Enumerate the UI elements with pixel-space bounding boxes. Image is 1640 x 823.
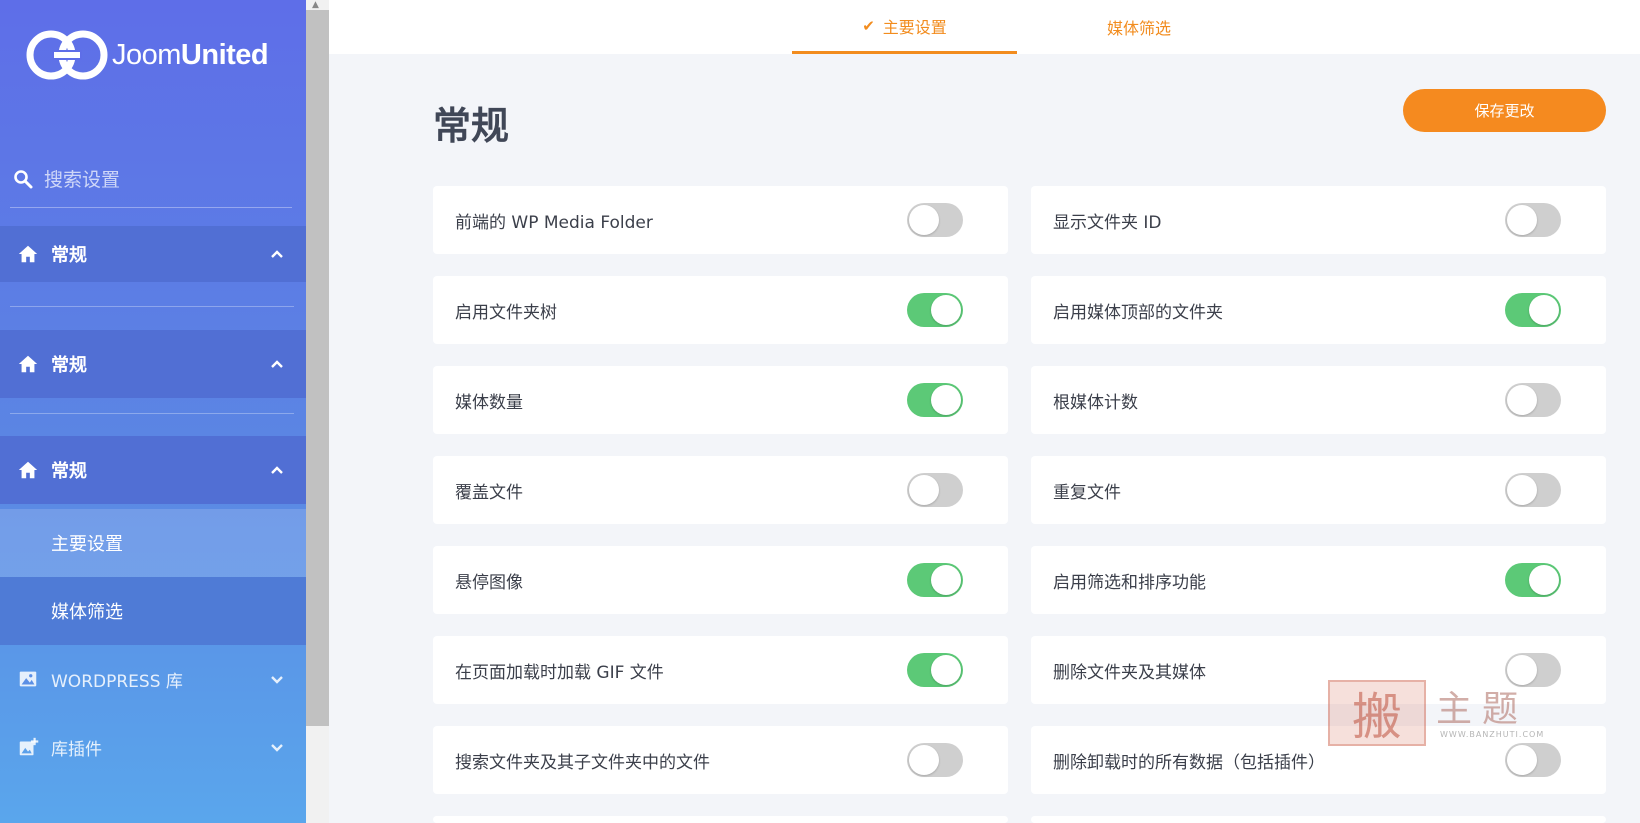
sidebar-section-label: 常规 [51,245,87,266]
toggle-knob [909,745,939,775]
setting-card: 重复文件 [1031,456,1606,524]
image-icon [19,671,37,687]
save-changes-button[interactable]: 保存更改 [1403,89,1606,132]
divider [10,306,294,307]
sidebar: JoomUnited 常规 常规 常规 主要设置 媒体筛选 [0,0,306,823]
toggle-knob [1507,475,1537,505]
watermark-url: WWW.BANZHUTI.COM [1440,730,1545,739]
settings-search [10,152,292,208]
setting-label: 启用媒体顶部的文件夹 [1053,302,1223,323]
chevron-up-icon [271,250,283,258]
chevron-down-icon [271,744,283,752]
setting-card: 覆盖文件 [433,456,1008,524]
setting-label: 删除文件夹及其媒体 [1053,662,1206,683]
setting-label: 前端的 WP Media Folder [455,212,653,233]
setting-label: 显示文件夹 ID [1053,212,1162,233]
setting-card-partial [433,816,1008,823]
joomunited-logo-icon [26,30,108,80]
setting-label: 在页面加载时加载 GIF 文件 [455,662,664,683]
setting-label: 覆盖文件 [455,482,523,503]
toggle-knob [931,565,961,595]
toggle-switch[interactable] [1505,563,1561,597]
watermark: 搬 主题 WWW.BANZHUTI.COM [1328,678,1558,758]
joomunited-logo[interactable]: JoomUnited [24,26,269,84]
setting-label: 媒体数量 [455,392,523,413]
toggle-knob [931,385,961,415]
sidebar-item-main-settings[interactable]: 主要设置 [0,509,306,577]
add-image-icon [19,737,39,756]
setting-card: 启用文件夹树 [433,276,1008,344]
scrollbar-thumb[interactable] [306,10,329,726]
setting-label: 启用筛选和排序功能 [1053,572,1206,593]
toggle-knob [1529,295,1559,325]
toggle-knob [931,295,961,325]
toggle-switch[interactable] [907,293,963,327]
chevron-up-icon [271,466,283,474]
setting-label: 悬停图像 [455,572,523,593]
setting-card: 搜索文件夹及其子文件夹中的文件 [433,726,1008,794]
sidebar-item-library-addons[interactable]: 库插件 [0,713,306,781]
sidebar-section-label: 常规 [51,355,87,376]
watermark-text: 主题 [1436,689,1529,730]
setting-card: 悬停图像 [433,546,1008,614]
setting-card: 启用媒体顶部的文件夹 [1031,276,1606,344]
setting-card: 根媒体计数 [1031,366,1606,434]
toggle-switch[interactable] [1505,293,1561,327]
chevron-up-icon [271,360,283,368]
setting-card: 显示文件夹 ID [1031,186,1606,254]
setting-label: 删除卸载时的所有数据（包括插件） [1053,752,1325,773]
home-icon [18,355,38,373]
toggle-switch[interactable] [907,473,963,507]
watermark-seal: 搬 [1328,680,1426,746]
checkmark-icon: ✔ [862,16,875,35]
toggle-switch[interactable] [907,383,963,417]
toggle-knob [1529,565,1559,595]
sidebar-item-media-filter[interactable]: 媒体筛选 [0,577,306,645]
setting-label: 根媒体计数 [1053,392,1138,413]
toggle-switch[interactable] [907,563,963,597]
search-icon [14,169,33,188]
sidebar-section-general-1[interactable]: 常规 [0,226,306,282]
setting-label: 重复文件 [1053,482,1121,503]
toggle-knob [909,475,939,505]
chevron-down-icon [271,676,283,684]
settings-tabs: ✔ 主要设置 媒体筛选 [329,0,1640,54]
setting-card: 在页面加载时加载 GIF 文件 [433,636,1008,704]
sidebar-scrollbar[interactable]: ▲ [306,0,329,823]
setting-card-partial [1031,816,1606,823]
page-title: 常规 [433,104,510,148]
tab-media-filter[interactable]: 媒体筛选 [1049,0,1229,54]
sidebar-item-wordpress-library[interactable]: WORDPRESS 库 [0,645,306,713]
toggle-switch[interactable] [1505,203,1561,237]
home-icon [18,461,38,479]
sidebar-section-general-2[interactable]: 常规 [0,330,306,398]
setting-card: 媒体数量 [433,366,1008,434]
tab-main-settings[interactable]: ✔ 主要设置 [792,0,1017,54]
sidebar-section-general-3[interactable]: 常规 [0,436,306,504]
toggle-switch[interactable] [907,653,963,687]
toggle-knob [1507,205,1537,235]
setting-label: 启用文件夹树 [455,302,557,323]
setting-card: 前端的 WP Media Folder [433,186,1008,254]
home-icon [18,245,38,263]
toggle-knob [909,205,939,235]
toggle-switch[interactable] [1505,473,1561,507]
toggle-switch[interactable] [1505,383,1561,417]
search-input[interactable] [44,168,284,191]
divider [10,413,294,414]
toggle-knob [931,655,961,685]
toggle-switch[interactable] [907,203,963,237]
toggle-switch[interactable] [907,743,963,777]
sidebar-section-label: 常规 [51,461,87,482]
scroll-up-arrow-icon[interactable]: ▲ [312,0,319,10]
setting-label: 搜索文件夹及其子文件夹中的文件 [455,752,710,773]
toggle-knob [1507,385,1537,415]
setting-card: 启用筛选和排序功能 [1031,546,1606,614]
logo-text: JoomUnited [112,38,269,71]
